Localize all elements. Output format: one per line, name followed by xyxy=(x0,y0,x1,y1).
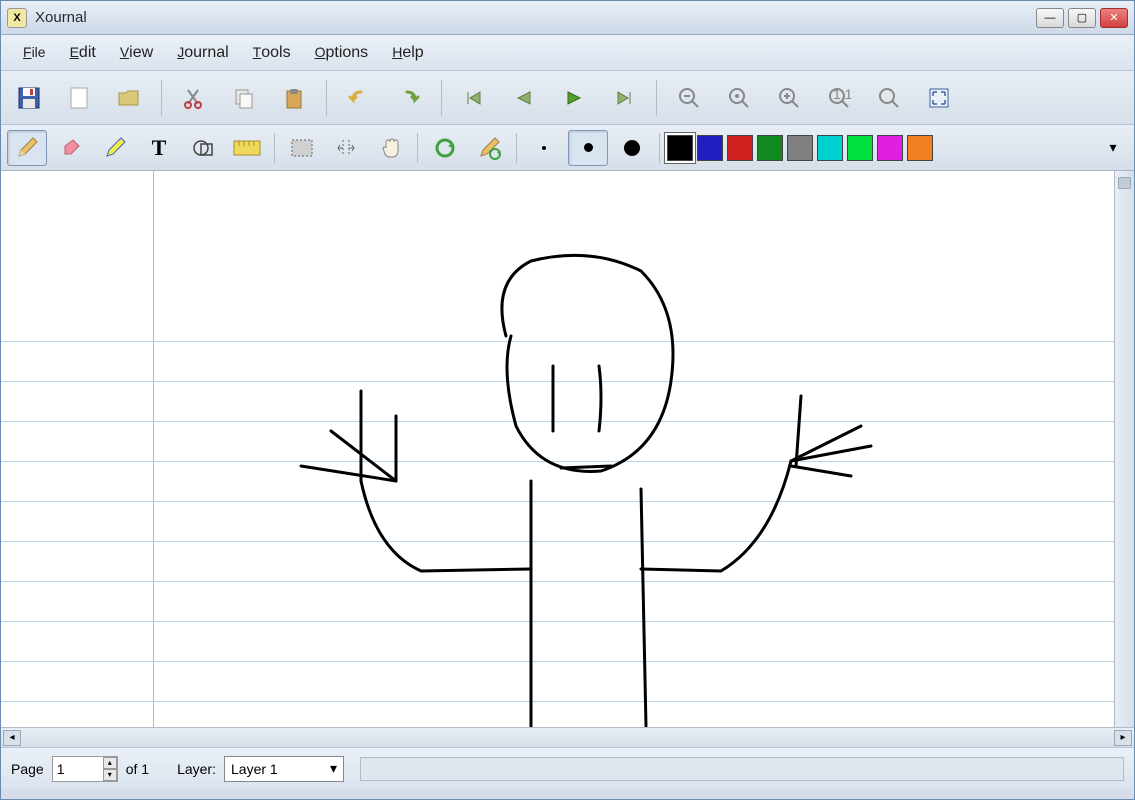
layer-value: Layer 1 xyxy=(231,761,278,777)
user-drawing xyxy=(1,171,1114,727)
scrollbar-thumb[interactable] xyxy=(1118,177,1131,189)
color-orange[interactable] xyxy=(907,135,933,161)
menu-edit[interactable]: Edit xyxy=(58,40,108,66)
zoom-100-button[interactable]: 1:1 xyxy=(817,78,861,118)
pencil-tool[interactable] xyxy=(7,130,47,166)
scroll-left-arrow[interactable]: ◂ xyxy=(3,730,21,746)
separator xyxy=(161,80,162,116)
go-first-button[interactable] xyxy=(452,78,496,118)
dot-large[interactable] xyxy=(612,130,652,166)
color-lime[interactable] xyxy=(847,135,873,161)
page-total: of 1 xyxy=(126,761,149,777)
text-tool[interactable]: T xyxy=(139,130,179,166)
scroll-right-arrow[interactable]: ▸ xyxy=(1114,730,1132,746)
color-black[interactable] xyxy=(667,135,693,161)
highlighter-tool[interactable] xyxy=(95,130,135,166)
menu-journal[interactable]: Journal xyxy=(165,40,240,66)
separator xyxy=(417,133,418,163)
layer-label: Layer: xyxy=(177,761,216,777)
toolbar-tools: T ▾ xyxy=(1,125,1134,171)
separator xyxy=(441,80,442,116)
color-magenta[interactable] xyxy=(877,135,903,161)
zoom-reset-button[interactable] xyxy=(717,78,761,118)
hand-tool[interactable] xyxy=(370,130,410,166)
menu-help[interactable]: Help xyxy=(380,40,435,66)
window-controls: — ▢ ✕ xyxy=(1036,8,1128,28)
separator xyxy=(659,133,660,163)
maximize-button[interactable]: ▢ xyxy=(1068,8,1096,28)
shape-tool[interactable] xyxy=(183,130,223,166)
fullscreen-button[interactable] xyxy=(917,78,961,118)
vertical-scrollbar[interactable] xyxy=(1114,171,1134,727)
copy-button[interactable] xyxy=(222,78,266,118)
page-up-button[interactable]: ▴ xyxy=(103,757,117,769)
canvas-area xyxy=(1,171,1134,727)
color-red[interactable] xyxy=(727,135,753,161)
undo-button[interactable] xyxy=(337,78,381,118)
zoom-in-button[interactable] xyxy=(767,78,811,118)
horizontal-scrollbar[interactable]: ◂ ▸ xyxy=(1,727,1134,747)
app-icon: X xyxy=(7,8,27,28)
layer-selector[interactable]: Layer 1 ▾ xyxy=(224,756,344,782)
ruler-tool[interactable] xyxy=(227,130,267,166)
menu-tools[interactable]: Tools xyxy=(241,40,303,66)
select-vert-tool[interactable] xyxy=(326,130,366,166)
close-button[interactable]: ✕ xyxy=(1100,8,1128,28)
new-page-button[interactable] xyxy=(57,78,101,118)
paste-button[interactable] xyxy=(272,78,316,118)
drawing-canvas[interactable] xyxy=(1,171,1114,727)
eraser-tool[interactable] xyxy=(51,130,91,166)
page-spinner: ▴ ▾ xyxy=(103,757,117,781)
toolbar-main: 1:1 xyxy=(1,71,1134,125)
minimize-button[interactable]: — xyxy=(1036,8,1064,28)
color-blue[interactable] xyxy=(697,135,723,161)
color-green[interactable] xyxy=(757,135,783,161)
select-rect-tool[interactable] xyxy=(282,130,322,166)
refresh-button[interactable] xyxy=(425,130,465,166)
cut-button[interactable] xyxy=(172,78,216,118)
page-label: Page xyxy=(11,761,44,777)
default-pen-button[interactable] xyxy=(469,130,509,166)
menu-options[interactable]: Options xyxy=(303,40,381,66)
zoom-out-button[interactable] xyxy=(667,78,711,118)
page-down-button[interactable]: ▾ xyxy=(103,769,117,781)
go-last-button[interactable] xyxy=(602,78,646,118)
separator xyxy=(516,133,517,163)
scrollbar-track[interactable] xyxy=(23,731,1112,745)
menu-view[interactable]: View xyxy=(108,40,165,66)
go-prev-button[interactable] xyxy=(502,78,546,118)
window-title: Xournal xyxy=(35,9,1036,26)
save-button[interactable] xyxy=(7,78,51,118)
titlebar: X Xournal — ▢ ✕ xyxy=(1,1,1134,35)
open-button[interactable] xyxy=(107,78,151,118)
menubar: File Edit View Journal Tools Options Hel… xyxy=(1,35,1134,71)
status-empty xyxy=(360,757,1124,781)
dropdown-arrow-icon: ▾ xyxy=(330,760,337,777)
page-number-input[interactable] xyxy=(53,757,103,781)
separator xyxy=(656,80,657,116)
redo-button[interactable] xyxy=(387,78,431,118)
toolbar-overflow[interactable]: ▾ xyxy=(1098,133,1128,163)
statusbar: Page ▴ ▾ of 1 Layer: Layer 1 ▾ xyxy=(1,747,1134,789)
color-cyan[interactable] xyxy=(817,135,843,161)
separator xyxy=(326,80,327,116)
go-next-button[interactable] xyxy=(552,78,596,118)
dot-small[interactable] xyxy=(524,130,564,166)
dot-medium[interactable] xyxy=(568,130,608,166)
svg-text:1:1: 1:1 xyxy=(833,86,851,102)
zoom-fit-button[interactable] xyxy=(867,78,911,118)
separator xyxy=(274,133,275,163)
menu-file[interactable]: File xyxy=(11,40,58,66)
color-gray[interactable] xyxy=(787,135,813,161)
